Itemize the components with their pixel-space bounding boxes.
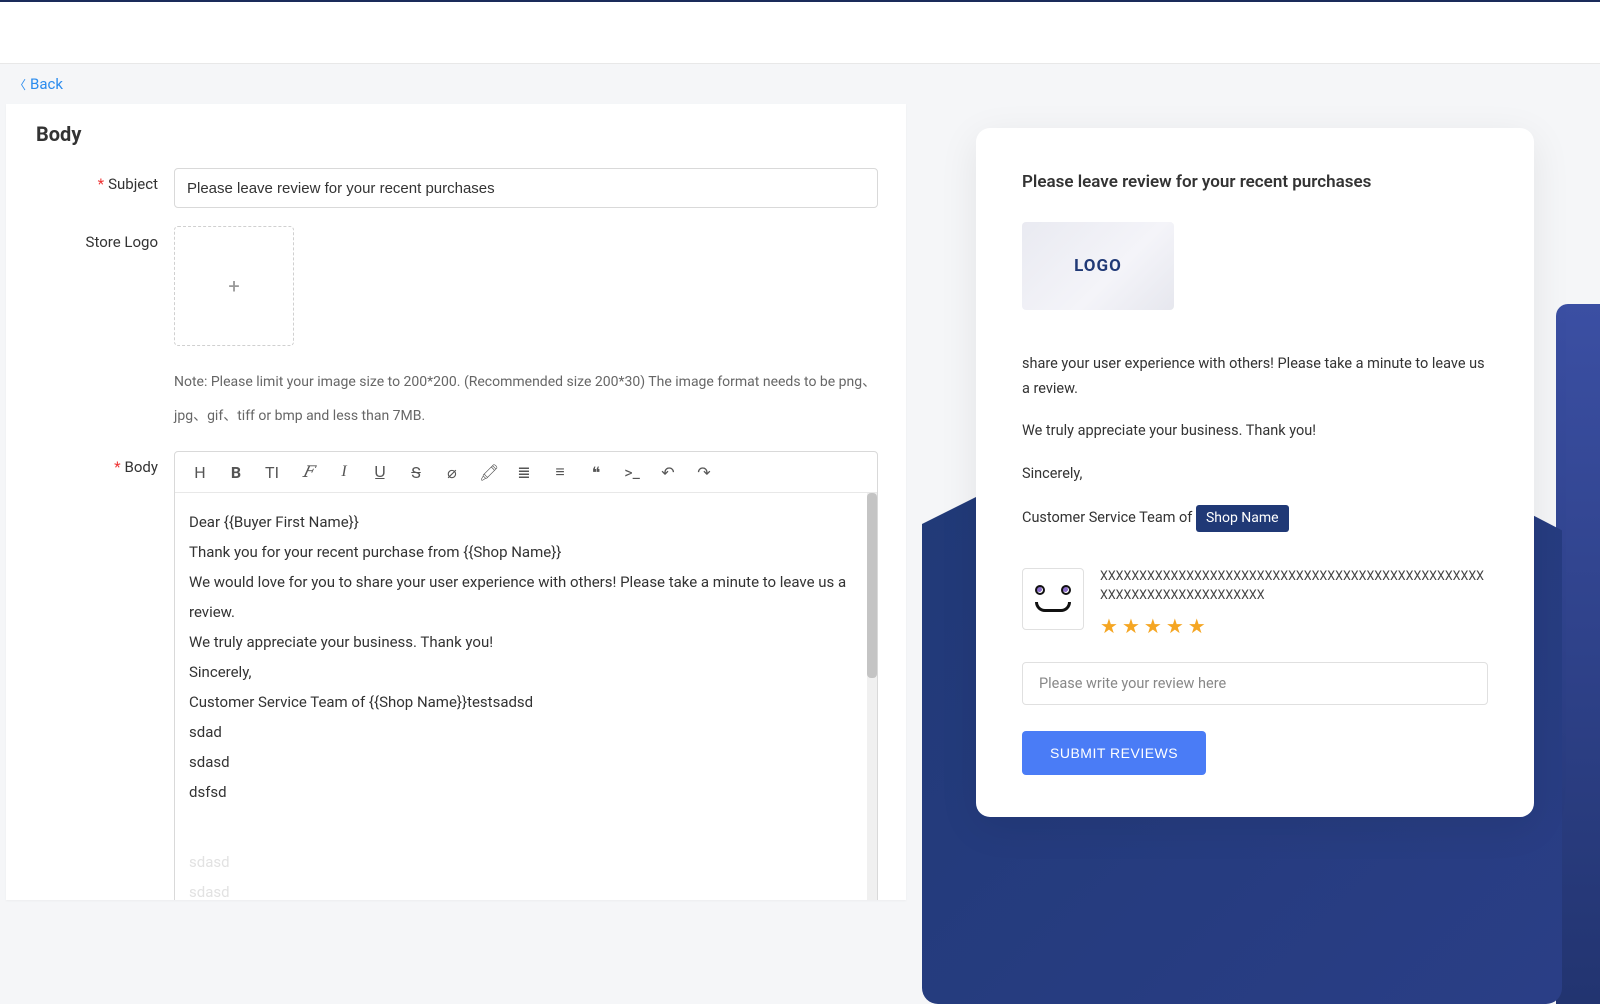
logo-note: Note: Please limit your image size to 20… [174,366,878,433]
editor-line: sdasd [189,747,863,777]
field-body: *Body H B TI 𝐹 I U̲ S ⌀ 🖍 ≣ ≡ [36,451,878,900]
rich-editor: H B TI 𝐹 I U̲ S ⌀ 🖍 ≣ ≡ ❝ >_ ↶ [174,451,878,900]
email-preview-card: Please leave review for your recent purc… [976,128,1534,817]
undo-icon[interactable]: ↶ [659,463,677,482]
preview-panel: Please leave review for your recent purc… [934,104,1594,900]
star-icon[interactable]: ★ [1122,614,1140,638]
star-icon[interactable]: ★ [1188,614,1206,638]
preview-sincerely: Sincerely, [1022,462,1488,487]
italic-icon[interactable]: I [335,463,353,481]
review-input-preview: Please write your review here [1022,662,1488,705]
back-row: 〈 Back [0,64,1600,104]
preview-cs-team: Customer Service Team of Shop Name [1022,505,1488,533]
editor-line: sdad [189,717,863,747]
logo-upload[interactable]: + [174,226,294,346]
preview-para1: share your user experience with others! … [1022,352,1488,401]
chevron-left-icon: 〈 [14,76,26,93]
field-store-logo: Store Logo + Note: Please limit your ima… [36,226,878,433]
label-subject: *Subject [36,168,174,193]
quote-icon[interactable]: ❝ [587,463,605,482]
star-icon[interactable]: ★ [1100,614,1118,638]
editor-line: dsfsd [189,777,863,807]
product-thumbnail [1022,568,1084,630]
text-size-icon[interactable]: TI [263,463,281,482]
editor-line-ghost: sdasd [189,877,863,900]
rating-stars[interactable]: ★★★★★ [1100,614,1488,638]
back-label: Back [30,75,63,93]
label-body: *Body [36,451,174,476]
erase-icon[interactable]: ⌀ [443,463,461,482]
color-icon[interactable]: 🖍 [479,463,497,482]
editor-line: Dear {{Buyer First Name}} [189,507,863,537]
code-icon[interactable]: >_ [623,463,641,482]
bold-icon[interactable]: B [227,463,245,482]
editor-toolbar: H B TI 𝐹 I U̲ S ⌀ 🖍 ≣ ≡ ❝ >_ ↶ [175,452,877,493]
field-subject: *Subject [36,168,878,208]
heading-icon[interactable]: H [191,463,209,482]
form-panel: Body *Subject Store Logo + Note: Please … [6,104,906,900]
editor-content[interactable]: Dear {{Buyer First Name}}Thank you for y… [175,493,877,900]
redo-icon[interactable]: ↷ [695,463,713,482]
star-icon[interactable]: ★ [1144,614,1162,638]
section-title: Body [36,122,878,146]
editor-line: Thank you for your recent purchase from … [189,537,863,567]
list-icon[interactable]: ≣ [515,463,533,482]
scrollbar[interactable] [867,493,877,900]
product-row: XXXXXXXXXXXXXXXXXXXXXXXXXXXXXXXXXXXXXXXX… [1022,568,1488,638]
preview-title: Please leave review for your recent purc… [1022,172,1488,192]
align-icon[interactable]: ≡ [551,462,569,482]
submit-reviews-button[interactable]: SUBMIT REVIEWS [1022,731,1206,775]
subject-input[interactable] [174,168,878,208]
back-link[interactable]: 〈 Back [14,75,63,93]
underline-icon[interactable]: U̲ [371,462,389,482]
editor-line-ghost: sdasd [189,847,863,877]
editor-line: We truly appreciate your business. Thank… [189,627,863,657]
label-store-logo: Store Logo [36,226,174,251]
editor-line: Customer Service Team of {{Shop Name}}te… [189,687,863,717]
strike-icon[interactable]: S [407,463,425,482]
product-name: XXXXXXXXXXXXXXXXXXXXXXXXXXXXXXXXXXXXXXXX… [1100,568,1488,606]
editor-line: Sincerely, [189,657,863,687]
star-icon[interactable]: ★ [1166,614,1184,638]
editor-line: We would love for you to share your user… [189,567,863,627]
preview-para2: We truly appreciate your business. Thank… [1022,419,1488,444]
preview-logo: LOGO [1022,222,1174,310]
font-family-icon[interactable]: 𝐹 [299,462,317,482]
bg-accent-right [1556,304,1600,1004]
app-header [0,2,1600,64]
shop-name-tag: Shop Name [1196,505,1289,533]
